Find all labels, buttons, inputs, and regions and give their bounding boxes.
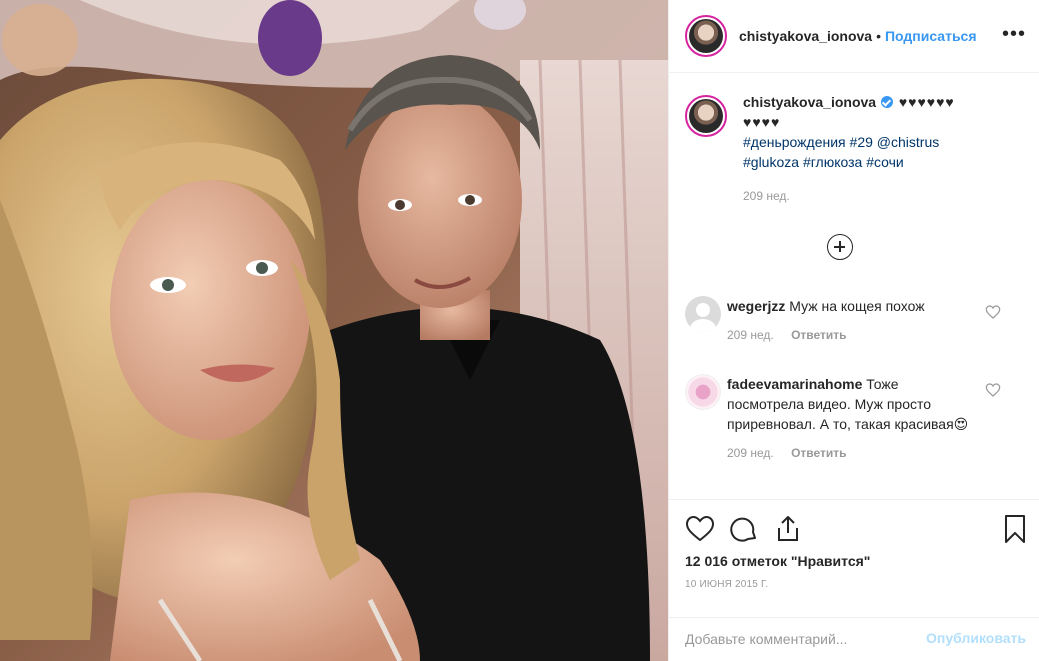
reply-button[interactable]: Ответить [791, 328, 846, 342]
follow-button[interactable]: Подписаться [885, 28, 977, 44]
post-photo[interactable] [0, 0, 668, 661]
publish-button[interactable]: Опубликовать [926, 630, 1026, 646]
hashtag-glukoza[interactable]: #glukoza [743, 154, 799, 170]
like-comment-heart-icon[interactable] [985, 382, 1001, 398]
post-date[interactable]: 10 ИЮНЯ 2015 Г. [685, 579, 768, 590]
post-caption: chistyakova_ionova ♥♥♥♥♥♥ ♥♥♥♥ #деньрожд… [685, 92, 1025, 206]
comment-text: Муж на кощея похож [789, 298, 925, 314]
like-comment-heart-icon[interactable] [985, 304, 1001, 320]
like-heart-icon[interactable] [685, 514, 715, 544]
hashtag-glukoza-ru[interactable]: #глюкоза [803, 154, 862, 170]
load-more-comments-icon[interactable] [827, 234, 853, 260]
caption-author-avatar[interactable] [685, 95, 727, 137]
share-icon[interactable] [773, 514, 803, 544]
post-side-panel: chistyakova_ionova • Подписаться ••• chi… [668, 0, 1039, 661]
likes-count[interactable]: 12 016 отметок "Нравится" [685, 553, 870, 569]
add-comment-bar: Опубликовать [669, 617, 1039, 661]
mention-chistrus[interactable]: @chistrus [877, 134, 939, 150]
caption-hearts-line2: ♥♥♥♥ [743, 114, 781, 130]
hashtag-sochi[interactable]: #сочи [866, 154, 904, 170]
commenter-avatar[interactable] [685, 374, 721, 410]
reply-button[interactable]: Ответить [791, 446, 846, 460]
commenter-username[interactable]: wegerjzz [727, 298, 785, 314]
commenter-username[interactable]: fadeevamarinahome [727, 376, 862, 392]
caption-timestamp[interactable]: 209 нед. [743, 186, 1003, 206]
header-separator: • [876, 28, 881, 44]
post-header: chistyakova_ionova • Подписаться ••• [669, 0, 1039, 73]
verified-badge-icon [880, 96, 893, 108]
comment-timestamp[interactable]: 209 нед. [727, 328, 774, 342]
caption-username[interactable]: chistyakova_ionova [743, 94, 876, 110]
selfie-photo-illustration [0, 0, 668, 661]
comment-item: fadeevamarinahome Тоже посмотрела видео.… [685, 374, 1025, 460]
comment-timestamp[interactable]: 209 нед. [727, 446, 774, 460]
more-options-icon[interactable]: ••• [1002, 24, 1026, 44]
post-actions: 12 016 отметок "Нравится" 10 ИЮНЯ 2015 Г… [669, 499, 1039, 617]
comments-section: chistyakova_ionova ♥♥♥♥♥♥ ♥♥♥♥ #деньрожд… [669, 74, 1039, 499]
comment-item: wegerjzz Муж на кощея похож 209 нед. Отв… [685, 296, 1025, 342]
comment-bubble-icon[interactable] [729, 514, 759, 544]
save-bookmark-icon[interactable] [1000, 514, 1030, 544]
comment-input[interactable] [685, 628, 915, 650]
hashtag-29[interactable]: #29 [850, 134, 873, 150]
hashtag-birthday[interactable]: #деньрождения [743, 134, 846, 150]
author-username[interactable]: chistyakova_ionova [739, 28, 872, 44]
caption-hearts-line1: ♥♥♥♥♥♥ [898, 94, 955, 110]
action-icons-row [685, 514, 1030, 544]
commenter-avatar[interactable] [685, 296, 721, 332]
author-avatar[interactable] [685, 15, 727, 57]
instagram-post: chistyakova_ionova • Подписаться ••• chi… [0, 0, 1039, 661]
